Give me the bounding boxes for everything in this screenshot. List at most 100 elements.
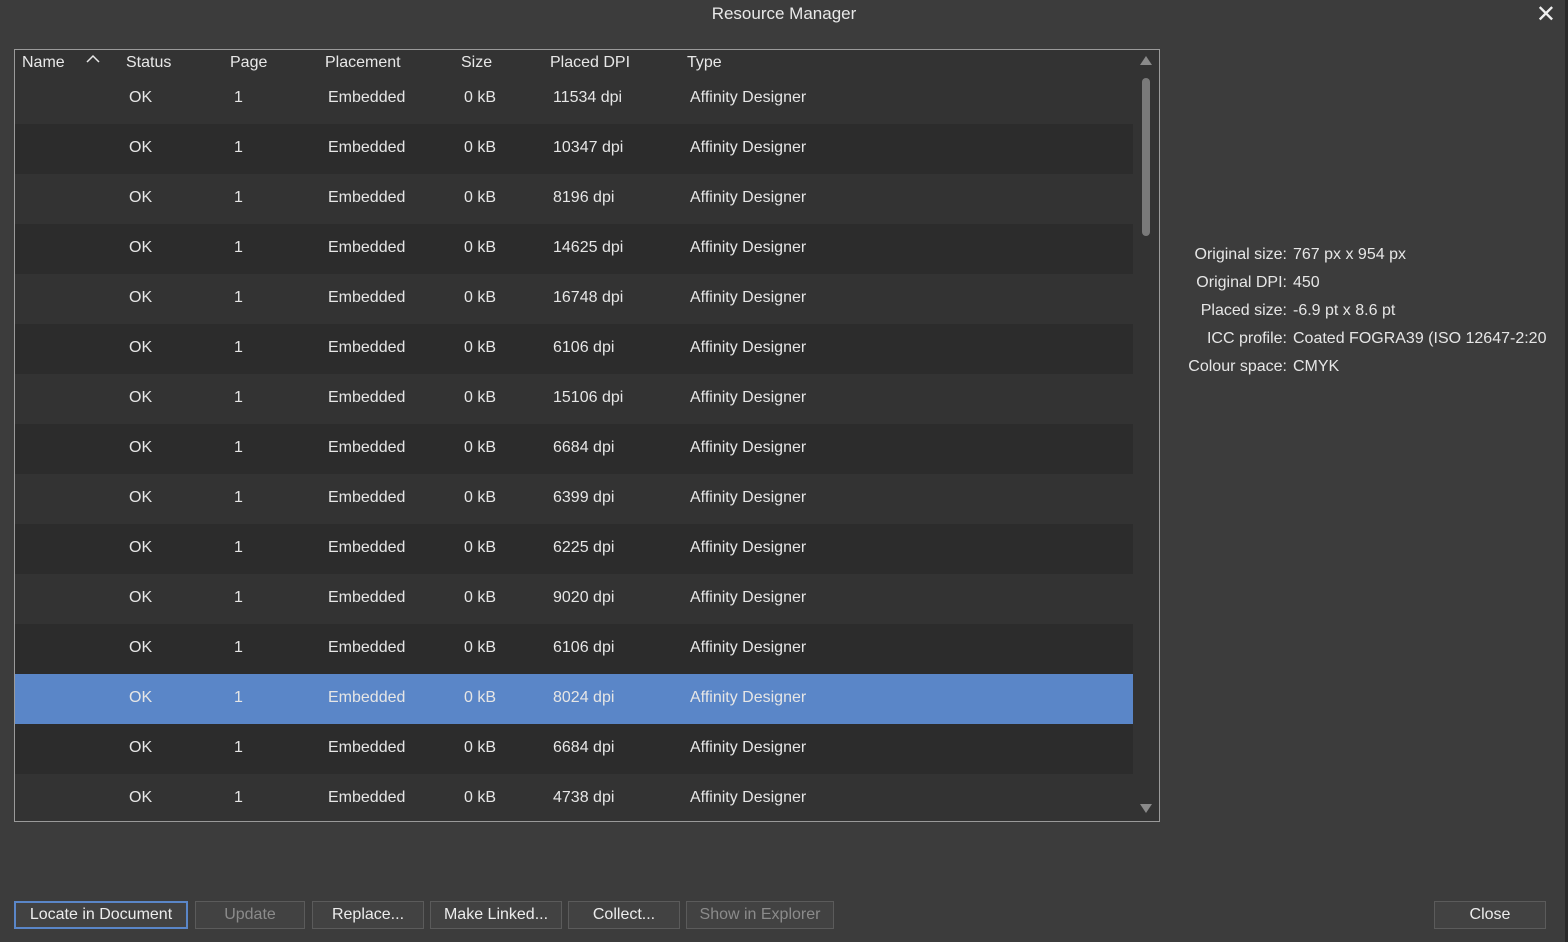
table-row[interactable]: OK 1 Embedded 0 kB 6106 dpi Affinity Designer	[15, 624, 1133, 674]
table-header: Name Status Page Placement Size Placed D…	[15, 50, 1133, 74]
table-row-selected[interactable]: OK 1 Embedded 0 kB 8024 dpi Affinity Designer	[15, 674, 1133, 724]
type-cell: Affinity Designer	[690, 189, 807, 206]
table-row[interactable]: OK 1 Embedded 0 kB 6225 dpi Affinity Designer	[15, 524, 1133, 574]
close-icon[interactable]: ✕	[1536, 1, 1556, 29]
table-row[interactable]: OK 1 Embedded 0 kB 8196 dpi Affinity Designer	[15, 174, 1133, 224]
placement-cell: Embedded	[328, 639, 406, 656]
info-label: ICC profile:	[1206, 330, 1287, 347]
info-label: Placed size:	[1200, 302, 1287, 319]
column-header-size[interactable]: Size	[461, 54, 492, 72]
column-header-page[interactable]: Page	[230, 54, 267, 72]
status-cell: OK	[129, 189, 153, 206]
scroll-up-icon[interactable]	[1140, 56, 1152, 65]
show-in-explorer-button[interactable]: Show in Explorer	[686, 901, 834, 929]
table-row[interactable]: OK 1 Embedded 0 kB 15106 dpi Affinity Designe…	[15, 374, 1133, 424]
page-cell: 1	[234, 789, 243, 806]
type-cell: Affinity Designer	[690, 89, 807, 106]
page-cell: 1	[234, 589, 243, 606]
status-cell: OK	[129, 339, 153, 356]
table-row[interactable]: OK 1 Embedded 0 kB 10347 dpi Affinity Designe…	[15, 124, 1133, 174]
vertical-scrollbar[interactable]	[1136, 50, 1158, 821]
placed-dpi-cell: 6225 dpi	[553, 539, 615, 556]
size-cell: 0 kB	[464, 589, 497, 606]
placement-cell: Embedded	[328, 189, 406, 206]
size-cell: 0 kB	[464, 239, 497, 256]
info-value: 450	[1293, 274, 1320, 291]
placement-cell: Embedded	[328, 489, 406, 506]
column-header-name[interactable]: Name	[22, 54, 65, 72]
placement-cell: Embedded	[328, 589, 406, 606]
table-row[interactable]: OK 1 Embedded 0 kB 16748 dpi Affinity Designe…	[15, 274, 1133, 324]
page-cell: 1	[234, 189, 243, 206]
page-cell: 1	[234, 89, 243, 106]
info-value: 767 px x 954 px	[1293, 246, 1406, 263]
type-cell: Affinity Designer	[690, 739, 807, 756]
type-cell: Affinity Designer	[690, 489, 807, 506]
placed-dpi-cell: 6399 dpi	[553, 489, 615, 506]
info-row: Placed size: -6.9 pt x 8.6 pt	[1172, 300, 1552, 328]
table-row[interactable]: OK 1 Embedded 0 kB 6684 dpi Affinity Designer	[15, 724, 1133, 774]
type-cell: Affinity Designer	[690, 589, 807, 606]
size-cell: 0 kB	[464, 789, 497, 806]
info-label: Original DPI:	[1196, 274, 1287, 291]
status-cell: OK	[129, 739, 153, 756]
size-cell: 0 kB	[464, 639, 497, 656]
status-cell: OK	[129, 789, 153, 806]
type-cell: Affinity Designer	[690, 789, 807, 806]
table-row[interactable]: OK 1 Embedded 0 kB 6106 dpi Affinity Designer	[15, 324, 1133, 374]
table-row[interactable]: OK 1 Embedded 0 kB 9020 dpi Affinity Designer	[15, 574, 1133, 624]
close-button[interactable]: Close	[1434, 901, 1546, 929]
type-cell: Affinity Designer	[690, 239, 807, 256]
scroll-thumb[interactable]	[1142, 78, 1150, 236]
placement-cell: Embedded	[328, 89, 406, 106]
placed-dpi-cell: 9020 dpi	[553, 589, 615, 606]
table-row[interactable]: OK 1 Embedded 0 kB 6684 dpi Affinity Designer	[15, 424, 1133, 474]
type-cell: Affinity Designer	[690, 539, 807, 556]
placement-cell: Embedded	[328, 439, 406, 456]
page-cell: 1	[234, 639, 243, 656]
status-cell: OK	[129, 489, 153, 506]
column-header-placed-dpi[interactable]: Placed DPI	[550, 54, 630, 72]
placed-dpi-cell: 16748 dpi	[553, 289, 624, 306]
type-cell: Affinity Designer	[690, 139, 807, 156]
size-cell: 0 kB	[464, 89, 497, 106]
size-cell: 0 kB	[464, 739, 497, 756]
info-label: Colour space:	[1188, 358, 1287, 375]
placed-dpi-cell: 8196 dpi	[553, 189, 615, 206]
collect-button[interactable]: Collect...	[568, 901, 680, 929]
window-title: Resource Manager	[711, 4, 857, 23]
size-cell: 0 kB	[464, 539, 497, 556]
table-row[interactable]: OK 1 Embedded 0 kB 4738 dpi Affinity Designer	[15, 774, 1133, 821]
table-row[interactable]: OK 1 Embedded 0 kB 14625 dpi Affinity Designe…	[15, 224, 1133, 274]
page-cell: 1	[234, 139, 243, 156]
table-row[interactable]: OK 1 Embedded 0 kB 11534 dpi Affinity Designe…	[15, 74, 1133, 124]
title-bar: Resource Manager ✕	[0, 0, 1568, 30]
info-value: Coated FOGRA39 (ISO 12647-2:2004)	[1293, 330, 1546, 347]
info-label: Original size:	[1194, 246, 1287, 263]
page-cell: 1	[234, 489, 243, 506]
table-row[interactable]: OK 1 Embedded 0 kB 6399 dpi Affinity Designer	[15, 474, 1133, 524]
column-header-type[interactable]: Type	[687, 54, 722, 72]
status-cell: OK	[129, 139, 153, 156]
status-cell: OK	[129, 439, 153, 456]
size-cell: 0 kB	[464, 439, 497, 456]
column-header-placement[interactable]: Placement	[325, 54, 401, 72]
update-button[interactable]: Update	[195, 901, 305, 929]
info-value: -6.9 pt x 8.6 pt	[1293, 302, 1396, 319]
column-header-status[interactable]: Status	[126, 54, 171, 72]
sort-ascending-icon[interactable]	[85, 52, 101, 68]
placed-dpi-cell: 8024 dpi	[553, 689, 615, 706]
placement-cell: Embedded	[328, 789, 406, 806]
placement-cell: Embedded	[328, 389, 406, 406]
scroll-down-icon[interactable]	[1140, 804, 1152, 813]
size-cell: 0 kB	[464, 139, 497, 156]
make-linked-button[interactable]: Make Linked...	[430, 901, 562, 929]
page-cell: 1	[234, 539, 243, 556]
replace-button[interactable]: Replace...	[312, 901, 424, 929]
resource-list[interactable]: Name Status Page Placement Size Placed D…	[14, 49, 1160, 822]
placement-cell: Embedded	[328, 339, 406, 356]
placement-cell: Embedded	[328, 739, 406, 756]
locate-in-document-button[interactable]: Locate in Document	[14, 901, 188, 929]
size-cell: 0 kB	[464, 489, 497, 506]
placement-cell: Embedded	[328, 239, 406, 256]
